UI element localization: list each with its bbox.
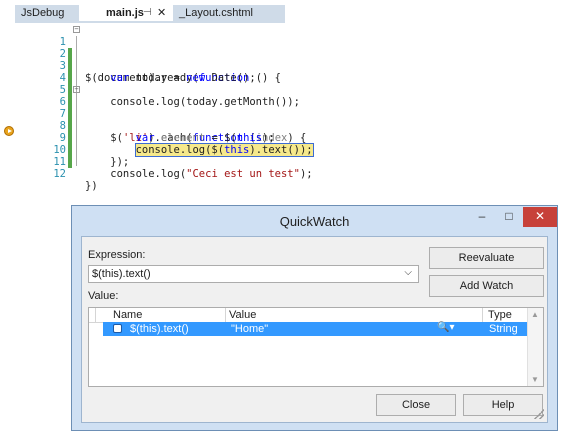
code-line: 3 bbox=[0, 48, 580, 84]
column-header-name[interactable]: Name bbox=[113, 309, 142, 321]
scroll-down-icon[interactable]: ▼ bbox=[531, 375, 539, 384]
row-value: "Home" bbox=[231, 323, 269, 335]
help-button[interactable]: Help bbox=[463, 394, 543, 416]
column-separator bbox=[225, 308, 226, 322]
collapse-icon[interactable]: − bbox=[73, 86, 80, 93]
magnifier-icon[interactable]: 🔍▾ bbox=[437, 322, 454, 333]
line-number: 12 bbox=[53, 168, 66, 180]
column-separator bbox=[95, 308, 96, 322]
code-line: 11 console.log("Ceci est un test"); bbox=[0, 144, 580, 180]
close-icon[interactable]: ✕ bbox=[523, 207, 557, 227]
code-line: 1 − $(document).ready(function () { bbox=[0, 24, 580, 85]
dialog-client-area: Expression: $(this).text() ⌵ Value: Reev… bbox=[81, 236, 548, 423]
column-header-type[interactable]: Type bbox=[488, 309, 512, 321]
chevron-down-icon[interactable]: ⌵ bbox=[404, 267, 412, 278]
tab-jsdebug-label: JsDebug bbox=[21, 7, 65, 19]
code-line: 4 console.log(today.getMonth()); bbox=[0, 60, 580, 108]
tab-layout-label: _Layout.cshtml bbox=[179, 7, 253, 19]
tab-jsdebug[interactable]: JsDebug bbox=[15, 5, 79, 21]
maximize-icon[interactable]: □ bbox=[496, 207, 522, 227]
add-watch-button[interactable]: Add Watch bbox=[429, 275, 544, 297]
scroll-up-icon[interactable]: ▲ bbox=[531, 310, 539, 319]
code-line: 6 − $('li').each(function (index) { bbox=[0, 84, 580, 145]
code-text: }) bbox=[85, 180, 98, 192]
expression-input[interactable]: $(this).text() bbox=[92, 268, 151, 280]
code-text: console.log("Ceci est un test"); bbox=[85, 168, 313, 180]
code-line: 2 var today = new Date(); bbox=[0, 36, 580, 84]
resize-grip-icon[interactable] bbox=[534, 409, 544, 419]
close-button[interactable]: Close bbox=[376, 394, 456, 416]
row-name: $(this).text() bbox=[130, 323, 189, 335]
document-tab-strip: JsDebug main.js ⊣ ✕ _Layout.cshtml bbox=[0, 0, 580, 24]
vertical-scrollbar[interactable]: ▲ ▼ bbox=[527, 308, 543, 386]
value-label: Value: bbox=[88, 290, 119, 302]
row-type: String bbox=[489, 323, 518, 335]
object-icon bbox=[113, 324, 122, 333]
expression-label: Expression: bbox=[88, 249, 146, 261]
collapse-icon[interactable]: − bbox=[73, 26, 80, 33]
expression-combobox[interactable]: $(this).text() ⌵ bbox=[88, 265, 419, 283]
code-line: 7 var element = $(this); bbox=[0, 96, 580, 144]
watch-value-grid[interactable]: Name Value Type $(this).text() "Home" 🔍▾… bbox=[88, 307, 544, 387]
close-icon[interactable]: ✕ bbox=[157, 5, 166, 21]
code-line: 9 }); bbox=[0, 120, 580, 168]
column-header-value[interactable]: Value bbox=[229, 309, 256, 321]
code-editor[interactable]: 1 − $(document).ready(function () { 2 va… bbox=[0, 23, 580, 203]
table-row[interactable]: $(this).text() "Home" 🔍▾ String bbox=[103, 322, 528, 336]
column-separator bbox=[482, 308, 483, 322]
reevaluate-button[interactable]: Reevaluate bbox=[429, 247, 544, 269]
pin-icon[interactable]: ⊣ bbox=[143, 5, 152, 21]
grid-header: Name Value Type bbox=[89, 308, 543, 323]
minimize-icon[interactable]: – bbox=[469, 207, 495, 227]
quickwatch-dialog: QuickWatch – □ ✕ Expression: $(this).tex… bbox=[71, 205, 558, 431]
tab-layout-cshtml[interactable]: _Layout.cshtml bbox=[173, 5, 285, 21]
code-line: 5 bbox=[0, 72, 580, 108]
dialog-titlebar[interactable]: QuickWatch – □ ✕ bbox=[72, 206, 557, 236]
code-line: 12 }) bbox=[0, 156, 580, 192]
code-line: 8 console.log($(this).text()); bbox=[0, 108, 580, 157]
tab-main-js[interactable]: main.js ⊣ ✕ bbox=[100, 5, 172, 21]
code-line: 10 bbox=[0, 132, 580, 168]
tab-main-js-label: main.js bbox=[106, 7, 144, 19]
